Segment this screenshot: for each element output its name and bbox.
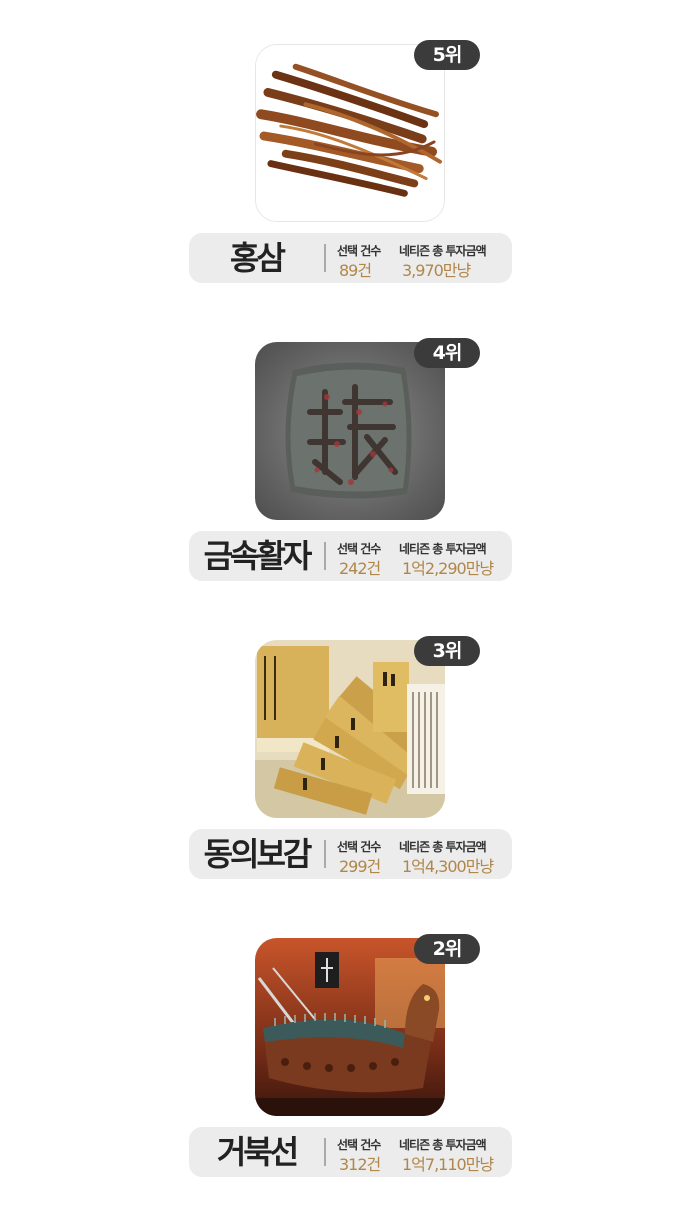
red-ginseng-image: [255, 44, 445, 222]
rank-badge: 5위: [414, 40, 480, 70]
turtle-ship-model-icon: [255, 938, 445, 1116]
info-bar: 동의보감 선택 건수 299건 네티즌 총 투자금액 1억4,300만냥: [189, 829, 512, 879]
item-name: 거북선: [216, 1133, 299, 1171]
item-name: 금속활자: [203, 537, 313, 575]
item-name: 동의보감: [203, 835, 313, 873]
amount-value: 1억4,300만냥: [402, 857, 494, 876]
red-ginseng-roots-icon: [256, 45, 444, 221]
amount-value: 1억7,110만냥: [402, 1155, 494, 1174]
divider: [324, 244, 326, 272]
ranking-entry-4: 4위 금속활자 선택 건수 242건 네티즌 총 투자금액 1억2,290만냥: [0, 338, 700, 598]
divider: [324, 1138, 326, 1166]
info-bar: 홍삼 선택 건수 89건 네티즌 총 투자금액 3,970만냥: [189, 233, 512, 283]
turtle-ship-image: [255, 938, 445, 1116]
amount-value: 3,970만냥: [402, 261, 471, 280]
rank-badge: 3위: [414, 636, 480, 666]
dongui-bogam-image: [255, 640, 445, 818]
count-value: 89건: [339, 261, 372, 280]
metal-movable-type-icon: [255, 342, 445, 520]
count-value: 312건: [339, 1155, 381, 1174]
divider: [324, 542, 326, 570]
dongui-bogam-books-icon: [255, 640, 445, 818]
count-value: 299건: [339, 857, 381, 876]
count-value: 242건: [339, 559, 381, 578]
info-bar: 금속활자 선택 건수 242건 네티즌 총 투자금액 1억2,290만냥: [189, 531, 512, 581]
ranking-entry-5: 5위 홍삼 선택 건수 89건 네티즌 총 투자금액 3,970만냥: [0, 40, 700, 300]
ranking-entry-3: 3위 동의보감 선택 건수 299건 네티즌 총 투자금액 1억4,300만냥: [0, 636, 700, 896]
amount-value: 1억2,290만냥: [402, 559, 494, 578]
divider: [324, 840, 326, 868]
metal-type-image: [255, 342, 445, 520]
rank-badge: 4위: [414, 338, 480, 368]
rank-badge: 2위: [414, 934, 480, 964]
info-bar: 거북선 선택 건수 312건 네티즌 총 투자금액 1억7,110만냥: [189, 1127, 512, 1177]
item-name: 홍삼: [230, 239, 286, 277]
ranking-entry-2: 2위 거북선 선택 건수 312건 네티즌 총 투자금액 1억7,110만냥: [0, 934, 700, 1194]
